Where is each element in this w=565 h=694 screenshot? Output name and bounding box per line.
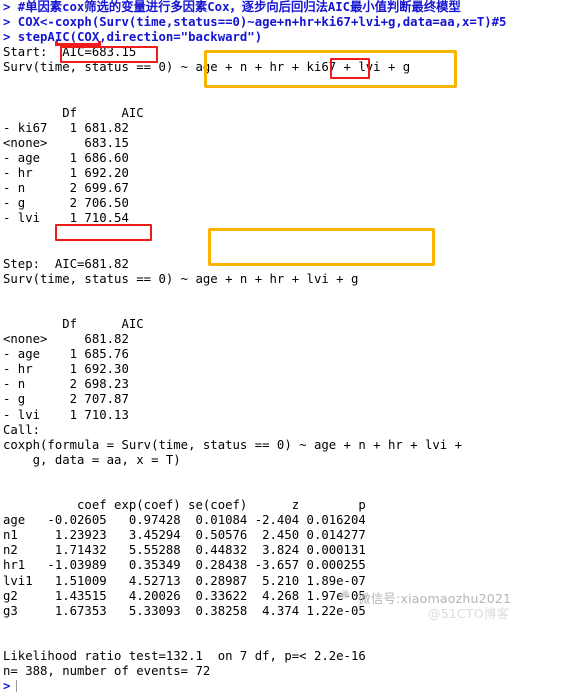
console-output-line: Start: AIC=683.15 — [3, 45, 137, 60]
console-output-line: - g 2 706.50 — [3, 196, 129, 211]
console-output-line: - age 1 685.76 — [3, 347, 129, 362]
console-output-line: Surv(time, status == 0) ~ age + n + hr +… — [3, 271, 359, 286]
console-output-line: Call: — [3, 422, 41, 437]
console-output-line: hr1 -1.03989 0.35349 0.28438 -3.657 0.00… — [3, 558, 366, 573]
console-output-line: Surv(time, status == 0) ~ age + n + hr +… — [3, 60, 411, 75]
console-output-line: n2 1.71432 5.55288 0.44832 3.824 0.00013… — [3, 543, 366, 558]
console-output-line: <none> 681.82 — [3, 332, 129, 347]
console-output-line: Df AIC — [3, 105, 144, 120]
console-output-line: - hr 1 692.30 — [3, 362, 129, 377]
console-text-cursor — [16, 680, 18, 693]
console-output-line: - ki67 1 681.82 — [3, 120, 129, 135]
console-line-list: > #单因素cox筛选的变量进行多因素Cox，逐步向后回归法AIC最小值判断最终… — [0, 0, 565, 694]
console-output-line: - hr 1 692.20 — [3, 166, 129, 181]
console-output-line: lvi1 1.51009 4.52713 0.28987 5.210 1.89e… — [3, 573, 366, 588]
console-output-line: n1 1.23923 3.45294 0.50576 2.450 0.01427… — [3, 528, 366, 543]
console-command-line: > #单因素cox筛选的变量进行多因素Cox，逐步向后回归法AIC最小值判断最终… — [3, 0, 461, 14]
console-output-line: Df AIC — [3, 316, 144, 331]
console-output-line: - lvi 1 710.13 — [3, 407, 129, 422]
console-output-line: - age 1 686.60 — [3, 150, 129, 165]
console-output-line: g2 1.43515 4.20026 0.33622 4.268 1.97e-0… — [3, 588, 366, 603]
console-output-line: g, data = aa, x = T) — [3, 452, 181, 467]
console-output-line: Step: AIC=681.82 — [3, 256, 129, 271]
console-output-line: <none> 683.15 — [3, 135, 129, 150]
console-prompt-line: > — [0, 679, 565, 694]
console-command-line: > stepAIC(COX,direction="backward") — [3, 30, 263, 45]
r-console-output[interactable]: > #单因素cox筛选的变量进行多因素Cox，逐步向后回归法AIC最小值判断最终… — [0, 0, 565, 693]
console-output-line: g3 1.67353 5.33093 0.38258 4.374 1.22e-0… — [3, 603, 366, 618]
console-command-line: > COX<-coxph(Surv(time,status==0)~age+n+… — [3, 15, 507, 30]
console-output-line: - n 2 699.67 — [3, 181, 129, 196]
console-output-line: coxph(formula = Surv(time, status == 0) … — [3, 437, 463, 452]
console-output-line: Likelihood ratio test=132.1 on 7 df, p=<… — [3, 649, 366, 664]
console-output-line: - g 2 707.87 — [3, 392, 129, 407]
console-output-line: age -0.02605 0.97428 0.01084 -2.404 0.01… — [3, 513, 366, 528]
console-output-line: - n 2 698.23 — [3, 377, 129, 392]
console-output-line: - lvi 1 710.54 — [3, 211, 129, 226]
console-output-line: coef exp(coef) se(coef) z p — [3, 498, 366, 513]
console-output-line: n= 388, number of events= 72 — [3, 664, 211, 679]
